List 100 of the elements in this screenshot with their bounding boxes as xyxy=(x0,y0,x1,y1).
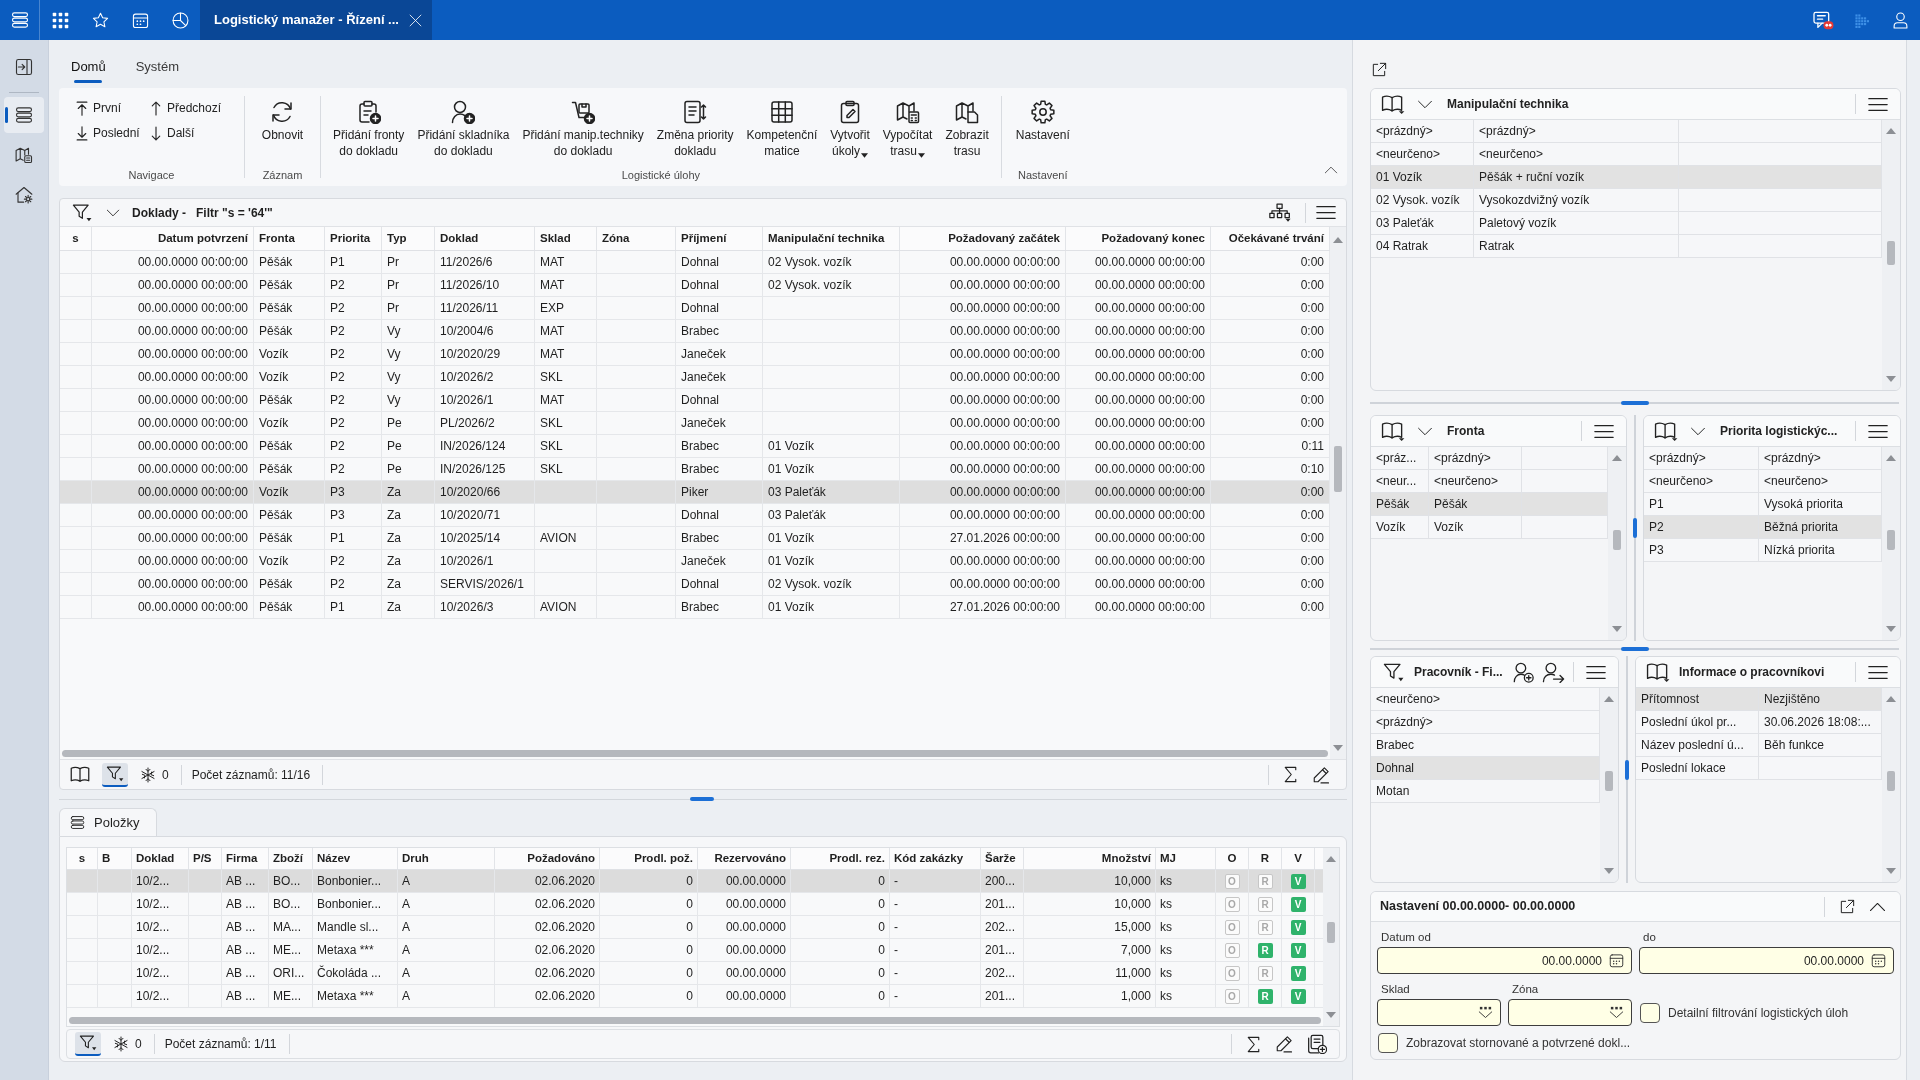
scroll-up-icon[interactable] xyxy=(1886,696,1896,702)
person-arrow-icon[interactable] xyxy=(1542,661,1565,683)
sidebar-item[interactable] xyxy=(4,97,44,133)
ribbon-button[interactable]: Další xyxy=(147,122,244,144)
table-row[interactable]: Přítomnost Nezjištěno xyxy=(1636,688,1882,711)
scroll-up-icon[interactable] xyxy=(1886,128,1896,134)
ribbon-button[interactable]: Předchozí xyxy=(147,97,244,119)
table-row[interactable]: 10/2... AB ... ORI... Čokoláda ... A 02.06.2020 0 00.00.0000 0 - 202... 11,000 ks O R V xyxy=(67,962,1323,985)
table-row[interactable]: 00.00.0000 00:00:00 Pěšák P1 Pr 11/2026/6 MAT Dohnal 02 Vysok. vozík 00.00.0000 00:00:00 00.00.0000 00:00:00 0:00 xyxy=(60,251,1330,274)
scroll-up-icon[interactable] xyxy=(1604,696,1614,702)
chevron-down-icon[interactable] xyxy=(1417,99,1433,109)
table-row[interactable]: 00.00.0000 00:00:00 Pěšák P2 Vy 10/2026/1 MAT Dohnal 00.00.0000 00:00:00 00.00.0000 00:00:00 0:00 xyxy=(60,389,1330,412)
pencil-icon[interactable] xyxy=(1275,1035,1293,1053)
table-row[interactable]: <neurčeno> <neurčeno> xyxy=(1644,470,1882,493)
table-row[interactable]: 00.00.0000 00:00:00 Vozík P2 Vy 10/2026/2 SKL Janeček 00.00.0000 00:00:00 00.00.0000 00:00:00 0:00 xyxy=(60,366,1330,389)
scrollbar-thumb[interactable] xyxy=(1613,530,1621,550)
calendar-icon[interactable] xyxy=(1609,953,1624,968)
filter-button[interactable] xyxy=(102,762,128,787)
table-row[interactable]: <prázdný> <prázdný> xyxy=(1644,447,1882,470)
book-icon[interactable] xyxy=(1381,94,1405,114)
table-row[interactable]: 02 Vysok. vozík Vysokozdvižný vozík xyxy=(1371,189,1882,212)
list-item[interactable]: Brabec xyxy=(1371,734,1600,757)
table-row[interactable]: Poslední lokace xyxy=(1636,757,1882,780)
chevron-up-icon[interactable] xyxy=(1869,901,1886,912)
column-header[interactable]: O xyxy=(1216,848,1249,869)
menu-icon[interactable] xyxy=(1868,664,1888,680)
chevron-down-icon[interactable] xyxy=(1417,426,1433,436)
table-row[interactable]: 00.00.0000 00:00:00 Vozík P2 Za 10/2026/1 Janeček 01 Vozík 00.00.0000 00:00:00 00.00.0000 00:00:00 0:00 xyxy=(60,550,1330,573)
column-header[interactable]: Prodl. rez. xyxy=(791,848,890,869)
table-row[interactable]: 10/2... AB ... ME... Metaxa *** A 02.06.2020 0 00.00.0000 0 - 201... 1,000 ks O R V xyxy=(67,985,1323,1008)
popout-icon[interactable] xyxy=(1371,62,1387,78)
column-header[interactable]: R xyxy=(1249,848,1282,869)
ribbon-button[interactable]: Nastavení xyxy=(1011,88,1074,164)
table-row[interactable]: 00.00.0000 00:00:00 Pěšák P2 Pe IN/2026/125 SKL Brabec 01 Vozík 00.00.0000 00:00:00 00.00.0000 00:00:00 0:10 xyxy=(60,458,1330,481)
ribbon-button[interactable]: Obnovit xyxy=(257,88,308,164)
column-header[interactable]: Doklad xyxy=(435,227,535,250)
chevron-down-icon[interactable] xyxy=(1690,426,1706,436)
scroll-down-icon[interactable] xyxy=(1604,868,1614,874)
column-header[interactable]: Název xyxy=(313,848,398,869)
sum-icon[interactable] xyxy=(1283,766,1298,783)
table-row[interactable]: <práz... <prázdný> xyxy=(1371,447,1608,470)
table-row[interactable]: Poslední úkol pr... 30.06.2026 18:08:... xyxy=(1636,711,1882,734)
column-header[interactable]: Příjmení xyxy=(676,227,763,250)
menu-icon[interactable] xyxy=(10,11,29,29)
column-header[interactable]: P/S xyxy=(189,848,222,869)
book-icon[interactable] xyxy=(1646,662,1670,682)
table-row[interactable]: 00.00.0000 00:00:00 Pěšák P2 Pe IN/2026/124 SKL Brabec 01 Vozík 00.00.0000 00:00:00 00.00.0000 00:00:00 0:11 xyxy=(60,435,1330,458)
user-icon[interactable] xyxy=(1893,11,1908,29)
splitter-handle[interactable] xyxy=(1633,518,1637,538)
scroll-up-icon[interactable] xyxy=(1886,455,1896,461)
ribbon-button[interactable]: Přidání skladníka do dokladu xyxy=(413,88,514,164)
table-row[interactable]: <neurčeno> <neurčeno> xyxy=(1371,143,1882,166)
date-field[interactable]: 00.00.0000 xyxy=(1639,947,1894,974)
column-header[interactable]: MJ xyxy=(1156,848,1216,869)
table-row[interactable]: 00.00.0000 00:00:00 Pěšák P1 Za 10/2025/14 AVION Brabec 01 Vozík 27.01.2026 00:00:00 00.00.0000 00:00:00 0:00 xyxy=(60,527,1330,550)
table-row[interactable]: 00.00.0000 00:00:00 Vozík P2 Pe PL/2026/2 SKL Janeček 00.00.0000 00:00:00 00.00.0000 00:00:00 0:00 xyxy=(60,412,1330,435)
checkbox[interactable] xyxy=(1378,1033,1398,1053)
table-row[interactable]: 00.00.0000 00:00:00 Pěšák P1 Za 10/2026/3 AVION Brabec 01 Vozík 27.01.2026 00:00:00 00.00.0000 00:00:00 0:00 xyxy=(60,596,1330,619)
scroll-down-icon[interactable] xyxy=(1886,626,1896,632)
splitter-handle[interactable] xyxy=(690,797,714,801)
column-header[interactable]: Zóna xyxy=(597,227,676,250)
calendar-icon[interactable] xyxy=(131,11,149,29)
scroll-up-icon[interactable] xyxy=(1612,455,1622,461)
column-header[interactable]: B xyxy=(98,848,132,869)
ribbon-button[interactable]: Poslední xyxy=(73,122,147,144)
dropdown-field[interactable] xyxy=(1377,999,1501,1026)
column-header[interactable]: Množství xyxy=(1024,848,1156,869)
ribbon-button[interactable]: První xyxy=(73,97,147,119)
chevron-down-icon[interactable] xyxy=(106,208,120,217)
column-header[interactable]: V xyxy=(1282,848,1315,869)
scrollbar-thumb[interactable] xyxy=(1887,241,1895,265)
menu-icon[interactable] xyxy=(1868,96,1888,112)
column-header[interactable]: Firma xyxy=(222,848,269,869)
ribbon-tab[interactable]: Systém xyxy=(123,50,192,84)
book-icon[interactable] xyxy=(1654,421,1678,441)
pie-chart-icon[interactable] xyxy=(171,11,189,29)
ribbon-button[interactable]: Kompetenční matice xyxy=(742,88,822,164)
scrollbar-thumb[interactable] xyxy=(1887,771,1895,791)
table-row[interactable]: P2 Běžná priorita xyxy=(1644,516,1882,539)
menu-icon[interactable] xyxy=(1868,423,1888,439)
ribbon-tab[interactable]: Domů xyxy=(59,50,118,84)
filter-icon[interactable] xyxy=(72,203,92,222)
column-header[interactable]: Požadovaný začátek xyxy=(900,227,1066,250)
window-tab[interactable]: Logistický manažer - Řízení ... xyxy=(200,0,432,40)
pencil-icon[interactable] xyxy=(1312,765,1330,784)
ribbon-button[interactable]: Vytvořit úkoly xyxy=(826,88,874,164)
table-row[interactable]: 10/2... AB ... MA... Mandle sl... A 02.06.2020 0 00.00.0000 0 - 202... 15,000 ks O R V xyxy=(67,916,1323,939)
table-row[interactable]: 00.00.0000 00:00:00 Pěšák P2 Vy 10/2004/6 MAT Brabec 00.00.0000 00:00:00 00.00.0000 00:00:00 0:00 xyxy=(60,320,1330,343)
column-header[interactable]: Šarže xyxy=(981,848,1024,869)
column-header[interactable]: Doklad xyxy=(132,848,189,869)
table-row[interactable]: P1 Vysoká priorita xyxy=(1644,493,1882,516)
column-header[interactable]: Manipulační technika xyxy=(763,227,900,250)
dotted-arrow-icon[interactable] xyxy=(1854,12,1869,28)
list-item[interactable]: <prázdný> xyxy=(1371,711,1600,734)
column-header[interactable]: Požadovaný konec xyxy=(1066,227,1211,250)
splitter-handle[interactable] xyxy=(1620,646,1649,651)
checkbox[interactable] xyxy=(1640,1002,1660,1023)
apps-grid-icon[interactable] xyxy=(51,11,69,29)
ribbon-button[interactable]: Změna priority dokladu xyxy=(652,88,738,164)
list-item[interactable]: <neurčeno> xyxy=(1371,688,1600,711)
